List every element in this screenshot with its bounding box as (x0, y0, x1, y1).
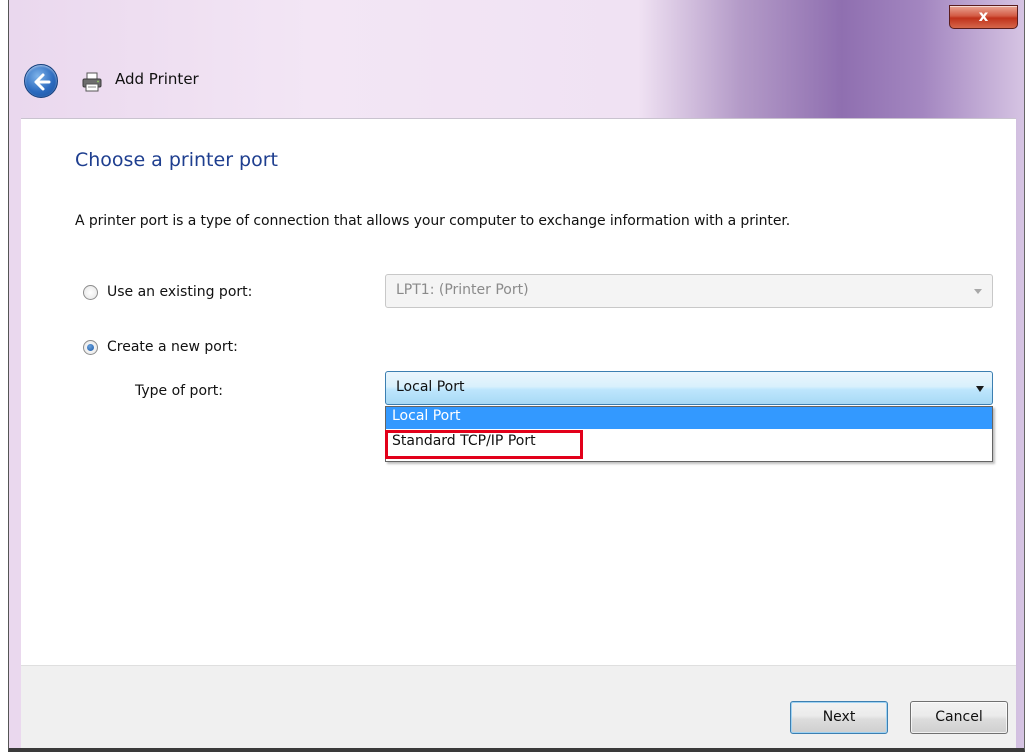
port-option-standard-tcp-ip[interactable]: Standard TCP/IP Port (386, 429, 992, 453)
port-type-label: Type of port: (135, 383, 223, 399)
back-button[interactable] (24, 64, 58, 98)
port-option-local[interactable]: Local Port (386, 407, 992, 429)
chevron-down-icon (974, 289, 982, 294)
close-button[interactable]: x (949, 5, 1018, 29)
back-arrow-icon (34, 73, 51, 91)
port-type-dropdown-list: Local Port Standard TCP/IP Port (385, 406, 993, 462)
wizard-content: Choose a printer port A printer port is … (21, 118, 1016, 665)
create-new-port-option[interactable]: Create a new port: (83, 339, 238, 355)
port-type-select[interactable]: Local Port (385, 371, 993, 405)
chevron-down-icon[interactable] (976, 386, 984, 392)
wizard-footer: Next Cancel (21, 665, 1016, 748)
create-new-port-label: Create a new port: (107, 339, 238, 355)
next-button[interactable]: Next (790, 701, 888, 734)
cancel-button[interactable]: Cancel (910, 701, 1008, 734)
add-printer-window: x Add Printer Choose a printer port A pr… (8, 0, 1025, 752)
use-existing-port-option[interactable]: Use an existing port: (83, 284, 252, 300)
use-existing-port-radio[interactable] (83, 284, 98, 300)
printer-icon (82, 72, 102, 92)
page-heading: Choose a printer port (75, 149, 278, 171)
close-icon: x (978, 7, 989, 25)
use-existing-port-label: Use an existing port: (107, 284, 253, 300)
existing-port-value: LPT1: (Printer Port) (396, 282, 529, 298)
port-type-value: Local Port (396, 379, 465, 395)
existing-port-select: LPT1: (Printer Port) (385, 274, 993, 308)
window-title: Add Printer (115, 70, 199, 88)
create-new-port-radio[interactable] (83, 339, 98, 355)
page-description: A printer port is a type of connection t… (75, 213, 791, 229)
